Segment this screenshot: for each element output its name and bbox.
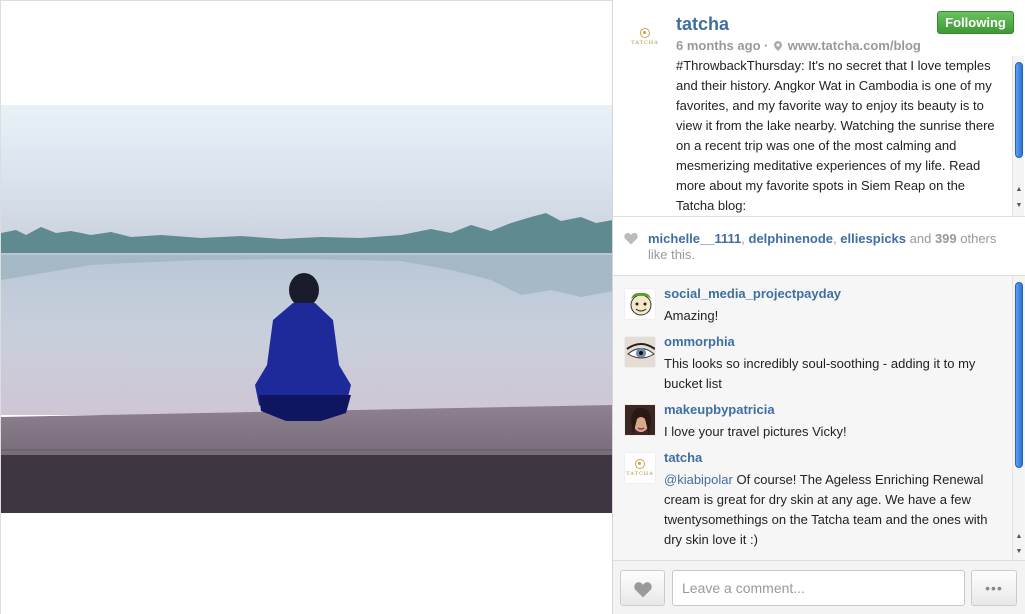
post-header: TATCHA tatcha 6 months ago · www.tatcha.… xyxy=(613,0,1025,60)
scroll-down-arrow-icon[interactable]: ▼ xyxy=(1013,546,1025,558)
meta-separator: · xyxy=(764,38,769,53)
comment-input[interactable] xyxy=(672,570,965,606)
logo-wordmark: TATCHA xyxy=(631,40,659,46)
scroll-down-arrow-icon[interactable]: ▼ xyxy=(1013,200,1025,212)
comments-scrollbar[interactable]: ▲ ▼ xyxy=(1012,276,1024,560)
location-pin-icon xyxy=(774,41,783,51)
comment-item: TATCHA tatcha @kiabipolar Of course! The… xyxy=(613,450,1011,554)
scroll-up-arrow-icon[interactable]: ▲ xyxy=(1013,531,1025,543)
commenter-avatar[interactable]: TATCHA xyxy=(624,452,656,484)
like-button[interactable] xyxy=(620,570,665,606)
heart-icon xyxy=(634,582,652,598)
likes-summary: michelle__1111, delphinenode, elliespick… xyxy=(613,216,1025,276)
post-details-panel: TATCHA tatcha 6 months ago · www.tatcha.… xyxy=(612,0,1025,614)
heart-icon xyxy=(624,232,638,245)
comment-text: Amazing! xyxy=(664,308,719,323)
caption-area: #ThrowbackThursday: It's no secret that … xyxy=(613,56,1025,216)
scroll-up-arrow-icon[interactable]: ▲ xyxy=(1013,184,1025,196)
caption-scrollbar[interactable]: ▲ ▼ xyxy=(1012,56,1024,216)
likes-text: michelle__1111, delphinenode, elliespick… xyxy=(648,231,998,263)
comment-text: I love your travel pictures Vicky! xyxy=(664,424,847,439)
comment-text: @kiabipolar Of course! The Ageless Enric… xyxy=(664,470,999,550)
commenter-avatar[interactable] xyxy=(624,288,656,320)
sun-logo-icon xyxy=(640,28,650,38)
logo-wordmark: TATCHA xyxy=(626,471,654,477)
commenter-username[interactable]: makeupbypatricia xyxy=(664,402,775,417)
author-username[interactable]: tatcha xyxy=(676,14,729,35)
comment-text: This looks so incredibly soul-soothing -… xyxy=(664,356,976,391)
sun-logo-icon xyxy=(635,459,645,469)
post-time[interactable]: 6 months ago xyxy=(676,38,761,53)
comment-item: ommorphia This looks so incredibly soul-… xyxy=(613,334,1011,398)
liker-link[interactable]: elliespicks xyxy=(840,231,906,246)
comment-item: makeupbypatricia I love your travel pict… xyxy=(613,402,1011,446)
eye-avatar-icon xyxy=(625,337,655,367)
author-avatar[interactable]: TATCHA xyxy=(626,18,664,56)
liker-link[interactable]: delphinenode xyxy=(749,231,834,246)
likes-and: and xyxy=(906,231,935,246)
portrait-avatar-icon xyxy=(625,405,655,435)
caption-scrollbar-thumb[interactable] xyxy=(1015,62,1023,158)
more-options-button[interactable]: ••• xyxy=(971,570,1017,606)
cartoon-avatar-icon xyxy=(630,292,652,316)
tatcha-logo: TATCHA xyxy=(625,453,655,483)
post-meta: 6 months ago · www.tatcha.com/blog xyxy=(676,38,921,53)
post-location[interactable]: www.tatcha.com/blog xyxy=(788,38,921,53)
comments-scrollbar-thumb[interactable] xyxy=(1015,282,1023,468)
comment-footer: ••• xyxy=(613,560,1025,614)
tatcha-logo: TATCHA xyxy=(626,18,664,56)
liker-link[interactable]: michelle__1111 xyxy=(648,231,741,246)
commenter-avatar[interactable] xyxy=(624,336,656,368)
commenter-avatar[interactable] xyxy=(624,404,656,436)
comment-item: social_media_projectpayday Amazing! xyxy=(613,286,1011,330)
following-button[interactable]: Following xyxy=(937,11,1014,34)
commenter-username[interactable]: tatcha xyxy=(664,450,702,465)
comment-mention[interactable]: @kiabipolar xyxy=(664,472,733,487)
likes-separator: , xyxy=(741,231,749,246)
commenter-username[interactable]: ommorphia xyxy=(664,334,735,349)
post-photo[interactable] xyxy=(1,105,613,513)
post-caption: #ThrowbackThursday: It's no secret that … xyxy=(676,58,995,213)
comments-list: social_media_projectpayday Amazing! ommo… xyxy=(613,276,1025,560)
photo-pane xyxy=(0,0,613,614)
likes-count[interactable]: 399 xyxy=(935,231,957,246)
commenter-username[interactable]: social_media_projectpayday xyxy=(664,286,841,301)
